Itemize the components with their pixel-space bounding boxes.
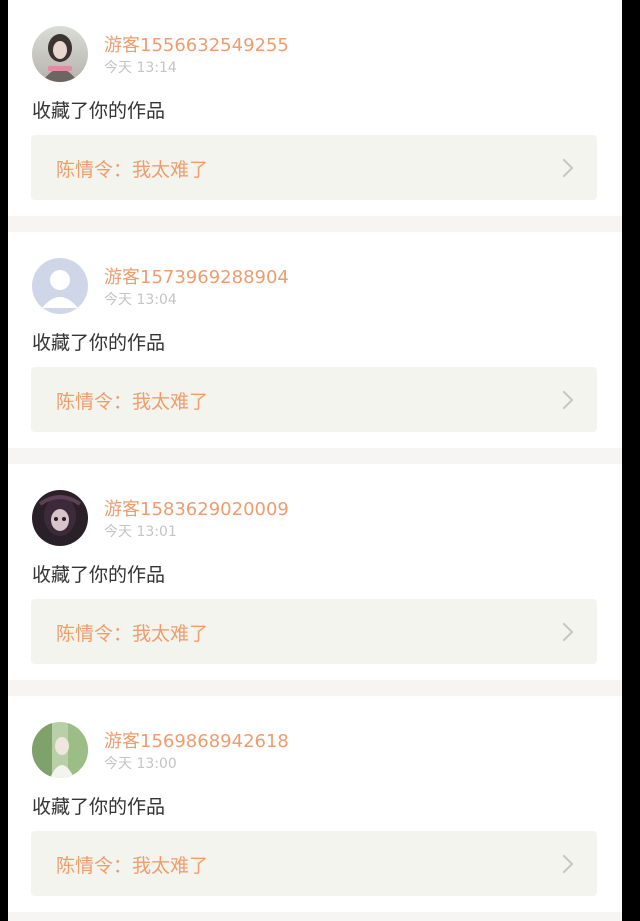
action-text: 收藏了你的作品 xyxy=(32,332,166,354)
work-link[interactable]: 陈情令：我太难了 xyxy=(31,831,597,896)
timestamp: 今天 13:01 xyxy=(104,524,177,540)
user-avatar[interactable] xyxy=(32,722,88,778)
action-text: 收藏了你的作品 xyxy=(32,796,166,818)
timestamp: 今天 13:04 xyxy=(104,292,177,308)
action-text: 收藏了你的作品 xyxy=(32,100,166,122)
notification-card: 游客1556632549255 今天 13:14 收藏了你的作品 陈情令：我太难… xyxy=(8,0,622,216)
notification-card: 游客1573969288904 今天 13:04 收藏了你的作品 陈情令：我太难… xyxy=(8,232,622,448)
work-title: 陈情令：我太难了 xyxy=(56,855,209,877)
default-user-avatar-icon xyxy=(32,258,88,314)
chevron-right-icon xyxy=(562,390,574,410)
timestamp: 今天 13:14 xyxy=(104,60,177,76)
doll-photo-avatar-icon xyxy=(32,490,88,546)
nature-photo-avatar-icon xyxy=(32,722,88,778)
work-link[interactable]: 陈情令：我太难了 xyxy=(31,135,597,200)
timestamp: 今天 13:00 xyxy=(104,756,177,772)
username[interactable]: 游客1556632549255 xyxy=(104,31,289,57)
chevron-right-icon xyxy=(562,854,574,874)
work-title: 陈情令：我太难了 xyxy=(56,391,209,413)
work-link[interactable]: 陈情令：我太难了 xyxy=(31,599,597,664)
action-text: 收藏了你的作品 xyxy=(32,564,166,586)
username[interactable]: 游客1583629020009 xyxy=(104,495,289,521)
chevron-right-icon xyxy=(562,622,574,642)
notification-feed[interactable]: 游客1556632549255 今天 13:14 收藏了你的作品 陈情令：我太难… xyxy=(8,0,622,921)
user-avatar[interactable] xyxy=(32,490,88,546)
user-avatar[interactable] xyxy=(32,258,88,314)
notification-card: 游客1569868942618 今天 13:00 收藏了你的作品 陈情令：我太难… xyxy=(8,696,622,912)
work-link[interactable]: 陈情令：我太难了 xyxy=(31,367,597,432)
notification-card: 游客1583629020009 今天 13:01 收藏了你的作品 陈情令：我太难… xyxy=(8,464,622,680)
work-title: 陈情令：我太难了 xyxy=(56,623,209,645)
work-title: 陈情令：我太难了 xyxy=(56,159,209,181)
username[interactable]: 游客1569868942618 xyxy=(104,727,289,753)
chevron-right-icon xyxy=(562,158,574,178)
girl-photo-avatar-icon xyxy=(32,26,88,82)
screen-edge xyxy=(622,0,640,921)
username[interactable]: 游客1573969288904 xyxy=(104,263,289,289)
user-avatar[interactable] xyxy=(32,26,88,82)
